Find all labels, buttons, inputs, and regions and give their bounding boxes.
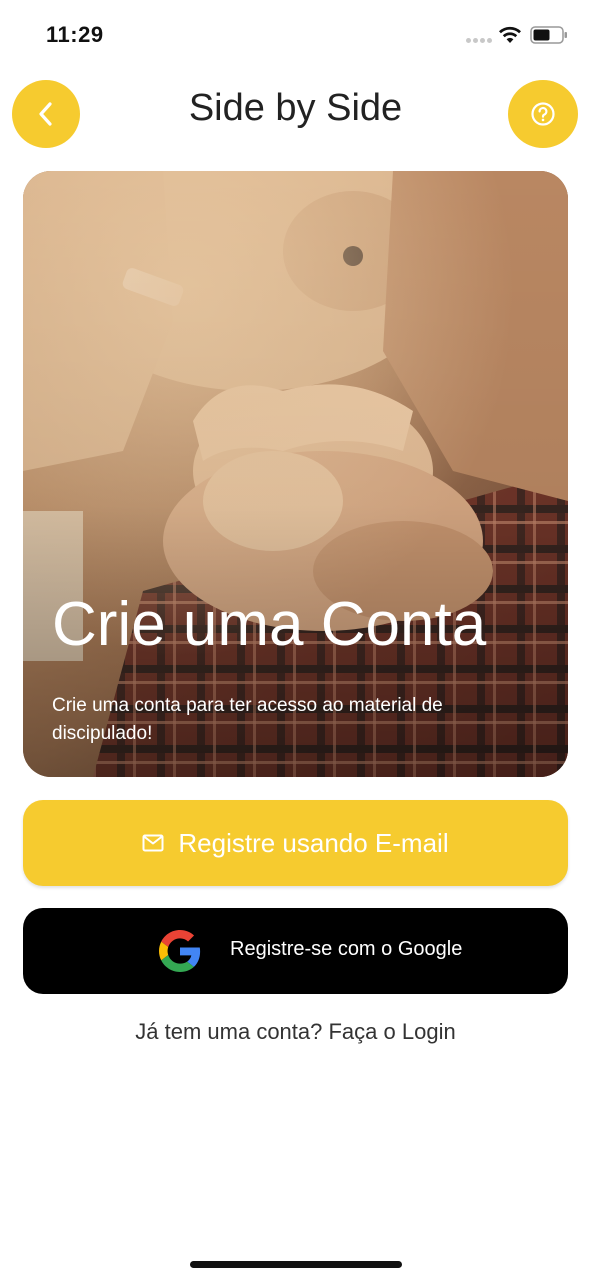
wifi-icon: [499, 26, 521, 43]
signal-icon: [466, 38, 492, 43]
page-title: Side by Side: [188, 87, 403, 129]
hero-subtitle: Crie uma conta para ter acesso ao materi…: [52, 695, 443, 744]
login-link[interactable]: Já tem uma conta? Faça o Login: [0, 1019, 591, 1045]
hero-title: Crie uma Conta: [52, 590, 487, 659]
help-button[interactable]: [508, 80, 578, 148]
battery-icon: [530, 26, 567, 44]
mail-icon: [142, 834, 164, 852]
status-time: 11:29: [46, 22, 104, 47]
hero-overlay: [23, 171, 568, 777]
register-email-button[interactable]: Registre usando E-mail: [23, 800, 568, 886]
help-circle-icon: [531, 102, 555, 126]
google-logo-icon: [159, 930, 201, 972]
register-screen: 11:29 Side by Side Crie uma Conta Crie u…: [0, 0, 591, 1280]
register-google-button[interactable]: Registre-se com o Google: [23, 908, 568, 994]
register-email-label: Registre usando E-mail: [178, 827, 449, 858]
status-bar: 11:29: [0, 0, 591, 70]
register-google-label: Registre-se com o Google: [230, 938, 463, 960]
hero-card: Crie uma Conta Crie uma conta para ter a…: [23, 171, 568, 777]
home-indicator[interactable]: [190, 1261, 402, 1268]
